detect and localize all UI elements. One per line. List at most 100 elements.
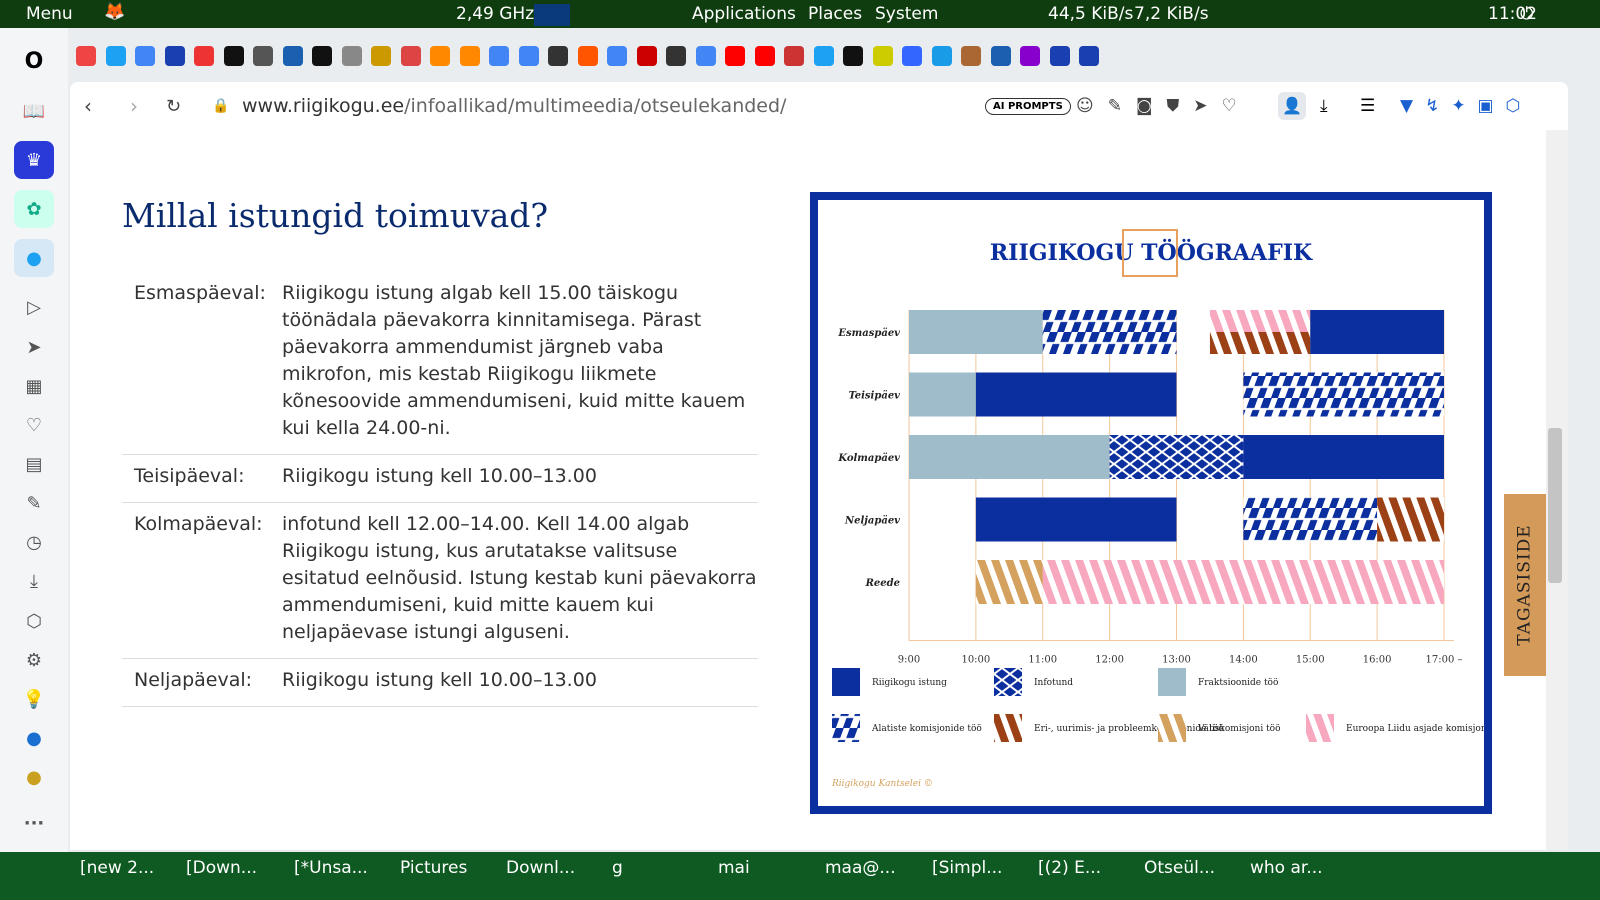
crown-icon[interactable]: ♛ (14, 141, 54, 179)
tab-favicon[interactable] (725, 46, 745, 66)
tab-favicon[interactable] (1049, 46, 1070, 66)
tab-favicon[interactable] (253, 46, 273, 66)
bar-el (1209, 310, 1311, 332)
tab-favicon[interactable] (843, 46, 863, 66)
tab-favicon[interactable] (666, 46, 686, 66)
cube-icon[interactable]: ⬡ (14, 602, 54, 640)
send-icon[interactable]: ➤ (14, 328, 54, 366)
tab-favicon[interactable] (105, 46, 126, 66)
tab-favicon[interactable] (813, 46, 834, 66)
tab-favicon[interactable] (489, 46, 509, 66)
tab-favicon[interactable] (371, 46, 391, 66)
tab-favicon[interactable] (76, 46, 96, 66)
bar-eri (1209, 332, 1311, 354)
opera-logo-icon[interactable]: O (14, 42, 54, 80)
toolbar-icons[interactable]: ☺✎◙⛊➤♡ (1076, 96, 1251, 116)
tab-favicon[interactable] (312, 46, 332, 66)
news-icon[interactable]: ▤ (14, 445, 54, 483)
tab-favicon[interactable] (1020, 46, 1040, 66)
tab-favicon[interactable] (459, 46, 480, 66)
tab-favicon[interactable] (1079, 46, 1099, 66)
settings-icon[interactable]: ⚙ (14, 641, 54, 679)
url-input[interactable]: www.riigikogu.ee/infoallikad/multimeedia… (242, 95, 786, 117)
tab-favicon[interactable] (961, 46, 981, 66)
taskbar-item[interactable]: Pictures (400, 858, 467, 878)
download-icon[interactable]: ⤓ (14, 562, 54, 600)
day-label: Teisipäeval: (134, 465, 245, 487)
menu-button[interactable]: Menu (26, 4, 73, 24)
tab-favicon[interactable] (990, 46, 1011, 66)
tab-favicon[interactable] (282, 46, 303, 66)
firefox-icon[interactable]: 🦊 (104, 2, 125, 22)
more-icon[interactable]: ··· (14, 804, 54, 842)
taskbar-item[interactable]: [Down... (186, 858, 257, 878)
tab-favicon[interactable] (223, 46, 244, 66)
extension-icons[interactable]: ▼↯✦▣⬡ (1400, 96, 1532, 116)
legend-swatch (994, 714, 1022, 742)
taskbar-item[interactable]: [(2) E... (1038, 858, 1101, 878)
feedback-button[interactable]: TAGASISIDE (1504, 494, 1546, 676)
bar-istung (1310, 310, 1444, 354)
legend-swatch (994, 668, 1022, 696)
twitter-icon[interactable]: ● (14, 239, 54, 277)
reading-list-icon[interactable]: 📖 (14, 92, 54, 130)
day-label: Neljapäeval: (134, 669, 253, 691)
back-icon[interactable]: ‹ (84, 94, 92, 118)
taskbar-item[interactable]: g (612, 858, 623, 878)
forward-icon[interactable]: › (130, 94, 138, 118)
tab-favicon[interactable] (430, 46, 450, 66)
tab-favicon[interactable] (135, 46, 155, 66)
extension-icon[interactable]: ● (14, 758, 54, 796)
tab-favicon[interactable] (400, 46, 421, 66)
taskbar-item[interactable]: Downl... (506, 858, 575, 878)
day-text: Riigikogu istung kell 10.00–13.00 (282, 465, 597, 487)
tab-favicon[interactable] (341, 46, 362, 66)
taskbar-item[interactable]: [new 2... (80, 858, 154, 878)
history-icon[interactable]: ◷ (14, 523, 54, 561)
tab-favicon[interactable] (548, 46, 568, 66)
address-bar: ‹ › ↻ 🔒 www.riigikogu.ee/infoallikad/mul… (70, 82, 1568, 130)
edit-icon[interactable]: ✎ (14, 484, 54, 522)
chatgpt-icon[interactable]: ✿ (14, 190, 54, 228)
tab-favicon[interactable] (164, 46, 185, 66)
power-icon[interactable]: ⏻ (1520, 4, 1533, 24)
tab-favicon[interactable] (577, 46, 598, 66)
taskbar-item[interactable]: Otseül... (1144, 858, 1215, 878)
taskbar-item[interactable]: maa@... (825, 858, 896, 878)
legend-swatch (1158, 714, 1186, 742)
bulb-icon[interactable]: 💡 (14, 680, 54, 718)
day-text: infotund kell 12.00–14.00. Kell 14.00 al… (282, 513, 757, 643)
reload-icon[interactable]: ↻ (166, 96, 181, 117)
taskbar-item[interactable]: [Simpl... (932, 858, 1002, 878)
apps-icon[interactable]: ▦ (14, 367, 54, 405)
taskbar-item[interactable]: mai (718, 858, 750, 878)
easy-setup-icon[interactable]: ☰ (1360, 96, 1375, 116)
tab-favicon[interactable] (695, 46, 716, 66)
day-label: Reede (865, 578, 900, 589)
downloads-icon[interactable]: ⤓ (1320, 96, 1328, 116)
table-row: Esmaspäeval: Riigikogu istung algab kell … (122, 272, 758, 455)
tab-favicon[interactable] (754, 46, 775, 66)
heart-icon[interactable]: ♡ (14, 406, 54, 444)
applications-menu[interactable]: Applications (692, 4, 796, 24)
tab-favicon[interactable] (194, 46, 214, 66)
chat-icon[interactable]: ● (14, 719, 54, 757)
tab-favicon[interactable] (784, 46, 804, 66)
scrollbar-thumb[interactable] (1548, 428, 1562, 583)
tab-favicon[interactable] (607, 46, 627, 66)
day-label: Neljapäev (844, 516, 900, 527)
tab-favicon[interactable] (518, 46, 539, 66)
ai-prompts-button[interactable]: AI PROMPTS (985, 97, 1071, 115)
bar-fraktsioon (909, 435, 1110, 479)
tab-favicon[interactable] (902, 46, 922, 66)
profile-icon[interactable]: 👤 (1278, 92, 1306, 120)
player-icon[interactable]: ▷ (14, 288, 54, 326)
taskbar-item[interactable]: [*Unsa... (294, 858, 368, 878)
places-menu[interactable]: Places (808, 4, 862, 24)
tab-favicon[interactable] (931, 46, 952, 66)
tab-favicon[interactable] (872, 46, 893, 66)
x-tick-label: 14:00 (1229, 655, 1258, 666)
system-menu[interactable]: System (875, 4, 938, 24)
taskbar-item[interactable]: who ar... (1250, 858, 1323, 878)
tab-favicon[interactable] (636, 46, 657, 66)
